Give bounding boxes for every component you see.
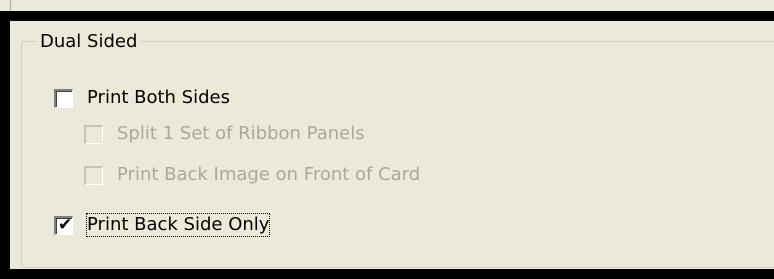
groupbox-title: Dual Sided xyxy=(36,31,142,53)
print-both-sides-option[interactable]: Print Both Sides xyxy=(54,87,230,109)
print-back-side-only-label[interactable]: Print Back Side Only xyxy=(85,213,271,237)
print-both-sides-checkbox[interactable] xyxy=(54,88,73,108)
print-back-side-only-option[interactable]: ✔ Print Back Side Only xyxy=(54,213,271,237)
print-back-image-front-option: Print Back Image on Front of Card xyxy=(84,164,420,186)
split-ribbon-panels-option: Split 1 Set of Ribbon Panels xyxy=(84,123,365,145)
split-ribbon-panels-checkbox xyxy=(84,124,103,144)
print-back-image-front-label: Print Back Image on Front of Card xyxy=(117,164,421,185)
print-back-side-only-checkbox[interactable]: ✔ xyxy=(54,214,73,235)
split-ribbon-panels-label: Split 1 Set of Ribbon Panels xyxy=(117,123,365,144)
dual-sided-section: Dual Sided Print Both Sides Split 1 Set … xyxy=(10,21,774,269)
print-both-sides-label[interactable]: Print Both Sides xyxy=(87,87,230,109)
print-back-image-front-checkbox xyxy=(84,165,103,185)
dialog-panel: Dual Sided Print Both Sides Split 1 Set … xyxy=(0,0,774,279)
checkmark-icon: ✔ xyxy=(58,214,73,235)
